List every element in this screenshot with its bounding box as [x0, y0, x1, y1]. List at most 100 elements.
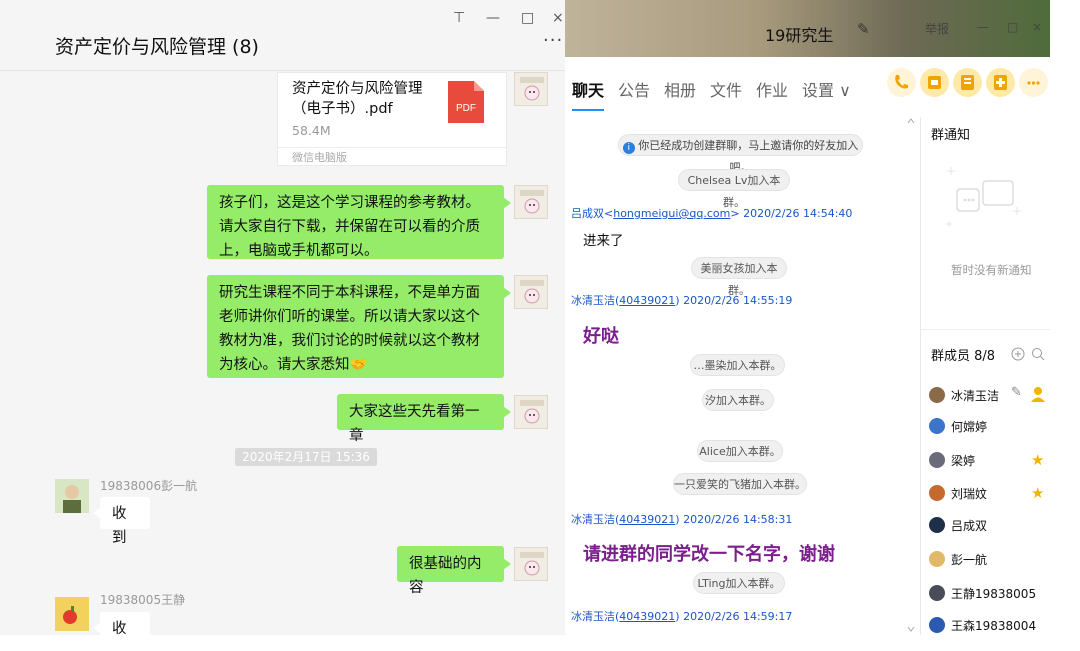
voice-call-button[interactable]: [887, 68, 916, 97]
chat-message: 进来了: [583, 233, 624, 249]
phone-icon: [895, 75, 908, 89]
plus-icon: [994, 75, 1007, 90]
tab-files[interactable]: 文件: [710, 77, 742, 101]
tab-chat[interactable]: 聊天: [572, 77, 605, 111]
member-item[interactable]: 梁婷 ★: [929, 450, 1049, 472]
edit-icon[interactable]: ✎: [1011, 385, 1022, 400]
qq-titlebar: 19研究生 ✎ 举报 — □ ×: [565, 0, 1050, 57]
join-notice: Chelsea Lv加入本群。: [678, 169, 790, 209]
member-item[interactable]: 王森19838004: [929, 615, 1049, 635]
more-options-icon[interactable]: ···: [543, 30, 563, 51]
message-time: ) 2020/2/26 14:58:31: [675, 513, 793, 526]
file-name: 资产定价与风险管理（电子书）.pdf: [292, 81, 423, 117]
qq-group-window: 19研究生 ✎ 举报 — □ × 聊天 公告 相册 文件 作业 设置 ∨ i 你…: [565, 0, 1050, 635]
maximize-button[interactable]: □: [521, 10, 534, 26]
sender-name: 冰清玉洁(: [571, 610, 620, 623]
pdf-file-icon: PDF: [448, 81, 484, 123]
group-title: 19研究生: [765, 26, 834, 45]
member-avatar: [929, 585, 945, 601]
invite-member-icon[interactable]: [1011, 347, 1025, 361]
more-dots-icon: [1027, 81, 1040, 85]
self-avatar[interactable]: [514, 185, 548, 219]
message-bubble-textbook[interactable]: 孩子们，这是这个学习课程的参考教材。请大家自行下载，并保留在可以看的介质上，电脑…: [207, 185, 511, 259]
chat-scrollbar[interactable]: [905, 117, 917, 635]
close-button[interactable]: ×: [1032, 20, 1042, 34]
minimize-button[interactable]: —: [977, 20, 989, 34]
sender-qq-link[interactable]: 40439021: [619, 294, 675, 307]
more-apps-button[interactable]: [1019, 68, 1048, 97]
file-size: 58.4M: [292, 123, 331, 138]
chat-message-large: 好哒: [583, 326, 619, 347]
self-avatar[interactable]: [514, 547, 548, 581]
notice-title: 群通知: [931, 128, 971, 143]
join-notice: Alice加入本群。: [697, 440, 783, 462]
avatar-cartoon-icon: [520, 190, 544, 214]
self-avatar[interactable]: [514, 395, 548, 429]
member-item[interactable]: 王静19838005: [929, 583, 1049, 605]
wechat-titlebar: 资产定价与风险管理 (8) ⊤ — □ × ···: [0, 0, 565, 71]
member-item[interactable]: 刘瑞妏 ★: [929, 483, 1049, 505]
video-button[interactable]: [920, 68, 949, 97]
tab-album[interactable]: 相册: [664, 77, 696, 101]
message-bubble-course[interactable]: 研究生课程不同于本科课程，不是单方面老师讲你们听的课堂。所以请大家以这个教材为准…: [207, 275, 511, 378]
message-time: ) 2020/2/26 14:55:19: [675, 294, 793, 307]
reply-bubble[interactable]: 收到: [93, 612, 150, 635]
message-meta: 冰清玉洁(40439021) 2020/2/26 14:55:19: [571, 292, 792, 308]
add-app-button[interactable]: [986, 68, 1015, 97]
join-notice: 一只爱笑的飞猪加入本群。: [673, 473, 807, 495]
tab-homework[interactable]: 作业: [756, 77, 788, 101]
sender-name: 吕成双<: [571, 207, 614, 220]
member-name: 何嫦婷: [951, 420, 988, 434]
self-avatar[interactable]: [514, 275, 548, 309]
message-bubble-chapter[interactable]: 大家这些天先看第一章: [337, 394, 511, 444]
member-item[interactable]: 彭一航: [929, 549, 1049, 571]
file-source: 微信电脑版: [278, 147, 506, 166]
avatar-cartoon-icon: [520, 552, 544, 576]
pin-icon[interactable]: ⊤: [453, 10, 465, 26]
join-notice: LTing加入本群。: [693, 572, 785, 594]
edit-title-icon[interactable]: ✎: [857, 20, 870, 38]
sidebar-divider: [921, 329, 1050, 330]
tab-settings[interactable]: 设置 ∨: [802, 77, 851, 101]
chat-title: 资产定价与风险管理 (8): [55, 36, 259, 58]
message-bubble-basic[interactable]: 很基础的内容: [397, 546, 511, 596]
member-name: 彭一航: [951, 553, 988, 567]
member-avatar: [929, 551, 945, 567]
avatar-pengyihang[interactable]: [55, 479, 89, 513]
avatar-cartoon-icon: [520, 400, 544, 424]
member-avatar: [929, 418, 945, 434]
member-name: 刘瑞妏: [951, 487, 988, 501]
apple-avatar-icon: [55, 597, 89, 631]
join-notice: 汐加入本群。: [702, 389, 774, 411]
avatar-wangjing[interactable]: [55, 597, 89, 631]
reply-bubble[interactable]: 收到: [93, 497, 150, 546]
member-avatar: [929, 517, 945, 533]
close-button[interactable]: ×: [552, 10, 564, 26]
system-notice: i 你已经成功创建群聊，马上邀请你的好友加入吧。: [618, 134, 863, 174]
group-sidebar: 群通知 暂时没有新通知 群成员 8/8 冰清玉洁 ✎ 何嫦婷 梁婷 ★ 刘瑞妏 …: [920, 117, 1050, 635]
member-item[interactable]: 吕成双: [929, 515, 1049, 537]
tab-announcement[interactable]: 公告: [618, 77, 650, 101]
star-icon: ★: [1031, 484, 1045, 502]
join-notice: 美丽女孩加入本群。: [691, 257, 787, 297]
member-item[interactable]: 何嫦婷: [929, 416, 1049, 438]
sender-qq-link[interactable]: 40439021: [619, 513, 675, 526]
maximize-button[interactable]: □: [1007, 20, 1018, 34]
empty-notice-illustration-icon: [946, 167, 1021, 227]
no-notice-text: 暂时没有新通知: [951, 263, 1032, 277]
search-icon[interactable]: [1031, 347, 1045, 361]
member-avatar: [929, 387, 945, 403]
sender-email-link[interactable]: hongmeigui@qq.com: [613, 207, 730, 220]
chat-area: i 你已经成功创建群聊，马上邀请你的好友加入吧。 Chelsea Lv加入本群。…: [565, 117, 920, 635]
sender-qq-link[interactable]: 40439021: [619, 610, 675, 623]
sender-nickname: 19838005王静: [100, 593, 186, 607]
self-avatar[interactable]: [514, 72, 548, 106]
report-button[interactable]: 举报: [925, 20, 949, 37]
wechat-window: 资产定价与风险管理 (8) ⊤ — □ × ··· 资产定价与风险管理（电子书）…: [0, 0, 565, 635]
member-item[interactable]: 冰清玉洁 ✎: [929, 385, 1049, 407]
file-message[interactable]: 资产定价与风险管理（电子书）.pdf 58.4M PDF 微信电脑版: [277, 72, 507, 166]
course-button[interactable]: [953, 68, 982, 97]
minimize-button[interactable]: —: [486, 10, 500, 26]
message-meta: 冰清玉洁(40439021) 2020/2/26 14:59:17: [571, 608, 792, 624]
person-photo-icon: [55, 479, 89, 513]
